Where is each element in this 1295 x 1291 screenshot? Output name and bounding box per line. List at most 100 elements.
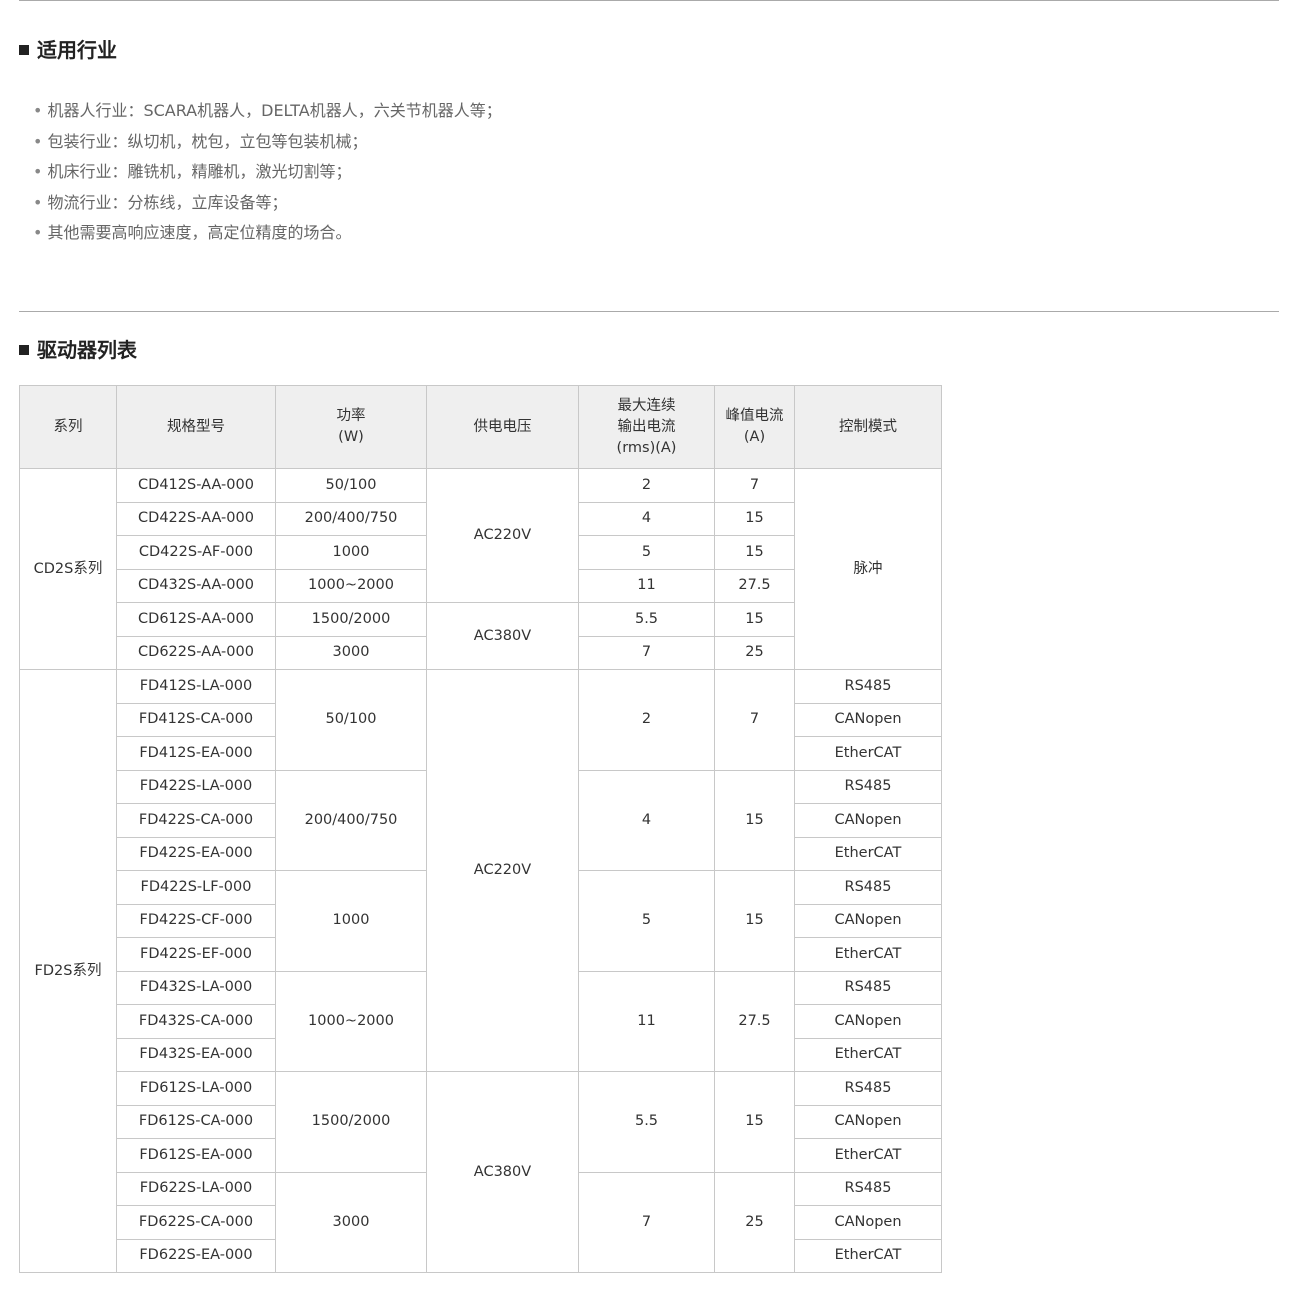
industry-item: 其他需要高响应速度，高定位精度的场合。 bbox=[33, 218, 502, 249]
peak-current-cell: 15 bbox=[714, 1071, 795, 1173]
model-cell: FD622S-LA-000 bbox=[116, 1171, 276, 1206]
control-mode-cell: EtherCAT bbox=[794, 736, 942, 771]
continuous-current-cell: 11 bbox=[578, 568, 715, 603]
continuous-current-cell: 5.5 bbox=[578, 602, 715, 637]
industry-list: 机器人行业：SCARA机器人，DELTA机器人，六关节机器人等； 包装行业：纵切… bbox=[33, 96, 502, 249]
square-bullet-icon bbox=[19, 345, 29, 355]
control-mode-cell: EtherCAT bbox=[794, 937, 942, 972]
model-cell: FD612S-CA-000 bbox=[116, 1104, 276, 1139]
peak-current-cell: 15 bbox=[714, 501, 795, 536]
power-cell: 50/100 bbox=[275, 468, 427, 503]
industry-section-title: 适用行业 bbox=[19, 37, 117, 63]
power-cell: 1000~2000 bbox=[275, 970, 427, 1072]
control-mode-cell: RS485 bbox=[794, 669, 942, 704]
continuous-current-cell: 5.5 bbox=[578, 1071, 715, 1173]
control-mode-cell: CANopen bbox=[794, 702, 942, 737]
model-cell: FD422S-CF-000 bbox=[116, 903, 276, 938]
model-cell: CD412S-AA-000 bbox=[116, 468, 276, 503]
power-cell: 1500/2000 bbox=[275, 602, 427, 637]
control-mode-cell: CANopen bbox=[794, 803, 942, 838]
continuous-current-cell: 5 bbox=[578, 870, 715, 972]
header-peak-current: 峰值电流 (A) bbox=[714, 385, 795, 469]
peak-current-cell: 15 bbox=[714, 535, 795, 570]
header-power: 功率 (W) bbox=[275, 385, 427, 469]
peak-current-cell: 15 bbox=[714, 602, 795, 637]
power-cell: 3000 bbox=[275, 635, 427, 670]
continuous-current-cell: 4 bbox=[578, 769, 715, 871]
model-cell: CD422S-AF-000 bbox=[116, 535, 276, 570]
peak-current-cell: 27.5 bbox=[714, 568, 795, 603]
series-cell: CD2S系列 bbox=[19, 468, 117, 670]
series-cell: FD2S系列 bbox=[19, 669, 117, 1273]
model-cell: FD622S-EA-000 bbox=[116, 1238, 276, 1273]
control-mode-cell: RS485 bbox=[794, 970, 942, 1005]
power-cell: 50/100 bbox=[275, 669, 427, 771]
table-header-row: 系列 规格型号 功率 (W) 供电电压 最大连续 输出电流 (rms)(A) 峰… bbox=[19, 385, 942, 469]
power-cell: 200/400/750 bbox=[275, 769, 427, 871]
model-cell: FD412S-CA-000 bbox=[116, 702, 276, 737]
voltage-cell: AC220V bbox=[426, 669, 579, 1072]
model-cell: FD422S-EA-000 bbox=[116, 836, 276, 871]
top-divider bbox=[19, 0, 1279, 1]
continuous-current-cell: 11 bbox=[578, 970, 715, 1072]
table-row: CD2S系列 CD412S-AA-000 50/100 AC220V 2 7 脉… bbox=[19, 468, 942, 670]
drivers-section-title: 驱动器列表 bbox=[19, 337, 137, 363]
header-voltage: 供电电压 bbox=[426, 385, 579, 469]
model-cell: FD432S-EA-000 bbox=[116, 1037, 276, 1072]
control-mode-cell: RS485 bbox=[794, 870, 942, 905]
continuous-current-cell: 7 bbox=[578, 635, 715, 670]
model-cell: FD432S-LA-000 bbox=[116, 970, 276, 1005]
peak-current-cell: 27.5 bbox=[714, 970, 795, 1072]
driver-table: 系列 规格型号 功率 (W) 供电电压 最大连续 输出电流 (rms)(A) 峰… bbox=[19, 385, 942, 1273]
industry-item: 机器人行业：SCARA机器人，DELTA机器人，六关节机器人等； bbox=[33, 96, 501, 127]
model-cell: FD422S-LA-000 bbox=[116, 769, 276, 804]
industry-item: 机床行业：雕铣机，精雕机，激光切割等； bbox=[33, 157, 502, 188]
model-cell: FD422S-EF-000 bbox=[116, 937, 276, 972]
control-mode-cell: 脉冲 bbox=[794, 468, 942, 670]
model-cell: FD412S-LA-000 bbox=[116, 669, 276, 704]
continuous-current-cell: 2 bbox=[578, 669, 715, 771]
model-cell: CD422S-AA-000 bbox=[116, 501, 276, 536]
power-cell: 1000 bbox=[275, 870, 427, 972]
voltage-cell: AC380V bbox=[426, 1071, 579, 1273]
control-mode-cell: EtherCAT bbox=[794, 1138, 942, 1173]
table-row: FD612S-LA-000 1500/2000 AC380V 5.5 15 RS… bbox=[20, 1071, 942, 1273]
continuous-current-cell: 5 bbox=[578, 535, 715, 570]
model-cell: CD612S-AA-000 bbox=[116, 602, 276, 637]
continuous-current-cell: 4 bbox=[578, 501, 715, 536]
control-mode-cell: CANopen bbox=[794, 1004, 942, 1039]
power-cell: 1000 bbox=[275, 535, 427, 570]
power-cell: 1500/2000 bbox=[275, 1071, 427, 1173]
control-mode-cell: CANopen bbox=[794, 1205, 942, 1240]
table-row: FD2S系列 FD412S-LA-000 50/100 AC220V 2 7 R… bbox=[19, 669, 942, 1273]
header-model: 规格型号 bbox=[116, 385, 276, 469]
section-divider bbox=[19, 311, 1279, 312]
peak-current-cell: 25 bbox=[714, 635, 795, 670]
industry-item: 物流行业：分栋线，立库设备等； bbox=[33, 188, 502, 219]
power-cell: 1000~2000 bbox=[275, 568, 427, 603]
control-mode-cell: CANopen bbox=[794, 903, 942, 938]
model-cell: CD432S-AA-000 bbox=[116, 568, 276, 603]
model-cell: FD612S-EA-000 bbox=[116, 1138, 276, 1173]
voltage-cell: AC380V bbox=[426, 602, 579, 670]
control-mode-cell: EtherCAT bbox=[794, 836, 942, 871]
header-series: 系列 bbox=[19, 385, 117, 469]
model-cell: CD622S-AA-000 bbox=[116, 635, 276, 670]
control-mode-cell: RS485 bbox=[794, 769, 942, 804]
control-mode-cell: RS485 bbox=[794, 1171, 942, 1206]
control-mode-cell: EtherCAT bbox=[794, 1238, 942, 1273]
model-cell: FD622S-CA-000 bbox=[116, 1205, 276, 1240]
peak-current-cell: 7 bbox=[714, 468, 795, 503]
peak-current-cell: 7 bbox=[714, 669, 795, 771]
model-cell: FD412S-EA-000 bbox=[116, 736, 276, 771]
peak-current-cell: 25 bbox=[714, 1171, 795, 1273]
header-control-mode: 控制模式 bbox=[794, 385, 942, 469]
control-mode-cell: EtherCAT bbox=[794, 1037, 942, 1072]
power-cell: 3000 bbox=[275, 1171, 427, 1273]
continuous-current-cell: 7 bbox=[578, 1171, 715, 1273]
model-cell: FD422S-LF-000 bbox=[116, 870, 276, 905]
continuous-current-cell: 2 bbox=[578, 468, 715, 503]
peak-current-cell: 15 bbox=[714, 769, 795, 871]
control-mode-cell: CANopen bbox=[794, 1104, 942, 1139]
control-mode-cell: RS485 bbox=[794, 1071, 942, 1106]
